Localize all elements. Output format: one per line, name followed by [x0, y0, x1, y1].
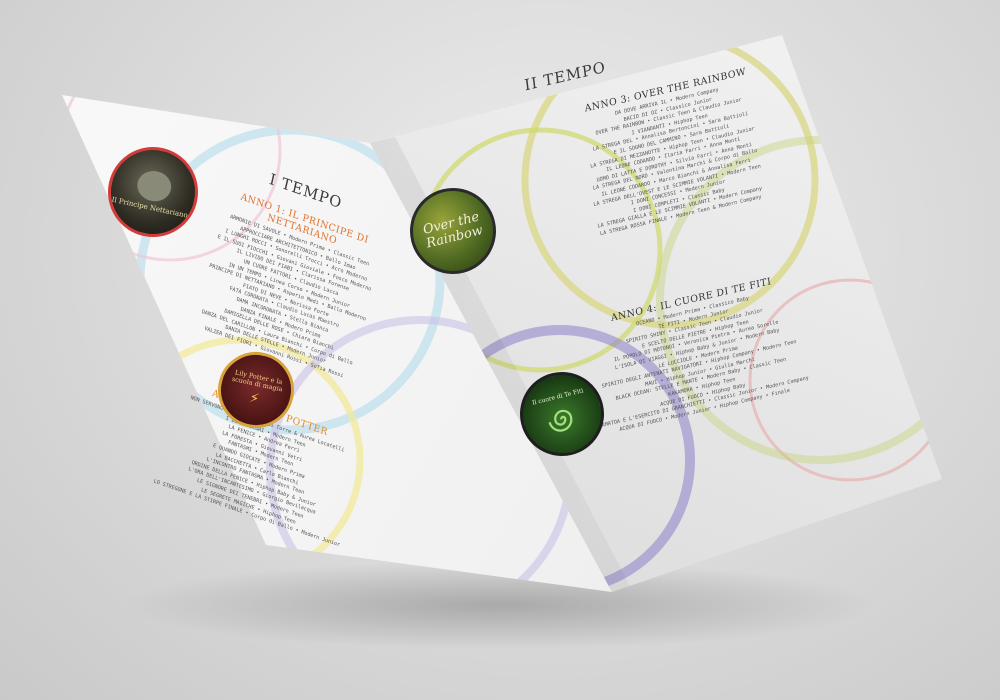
- badge-label: Over the Rainbow: [421, 209, 485, 252]
- spiral-icon: [548, 409, 573, 432]
- right-page-content: II TEMPO ANNO 3: OVER THE RAINBOW DA DOV…: [465, 7, 883, 559]
- section-lines: ARMONIE DI SAVOLE • Modern Prima • Class…: [173, 204, 399, 391]
- lightning-bolt-icon: ⚡: [247, 386, 262, 408]
- character-illustration-icon: [134, 168, 174, 205]
